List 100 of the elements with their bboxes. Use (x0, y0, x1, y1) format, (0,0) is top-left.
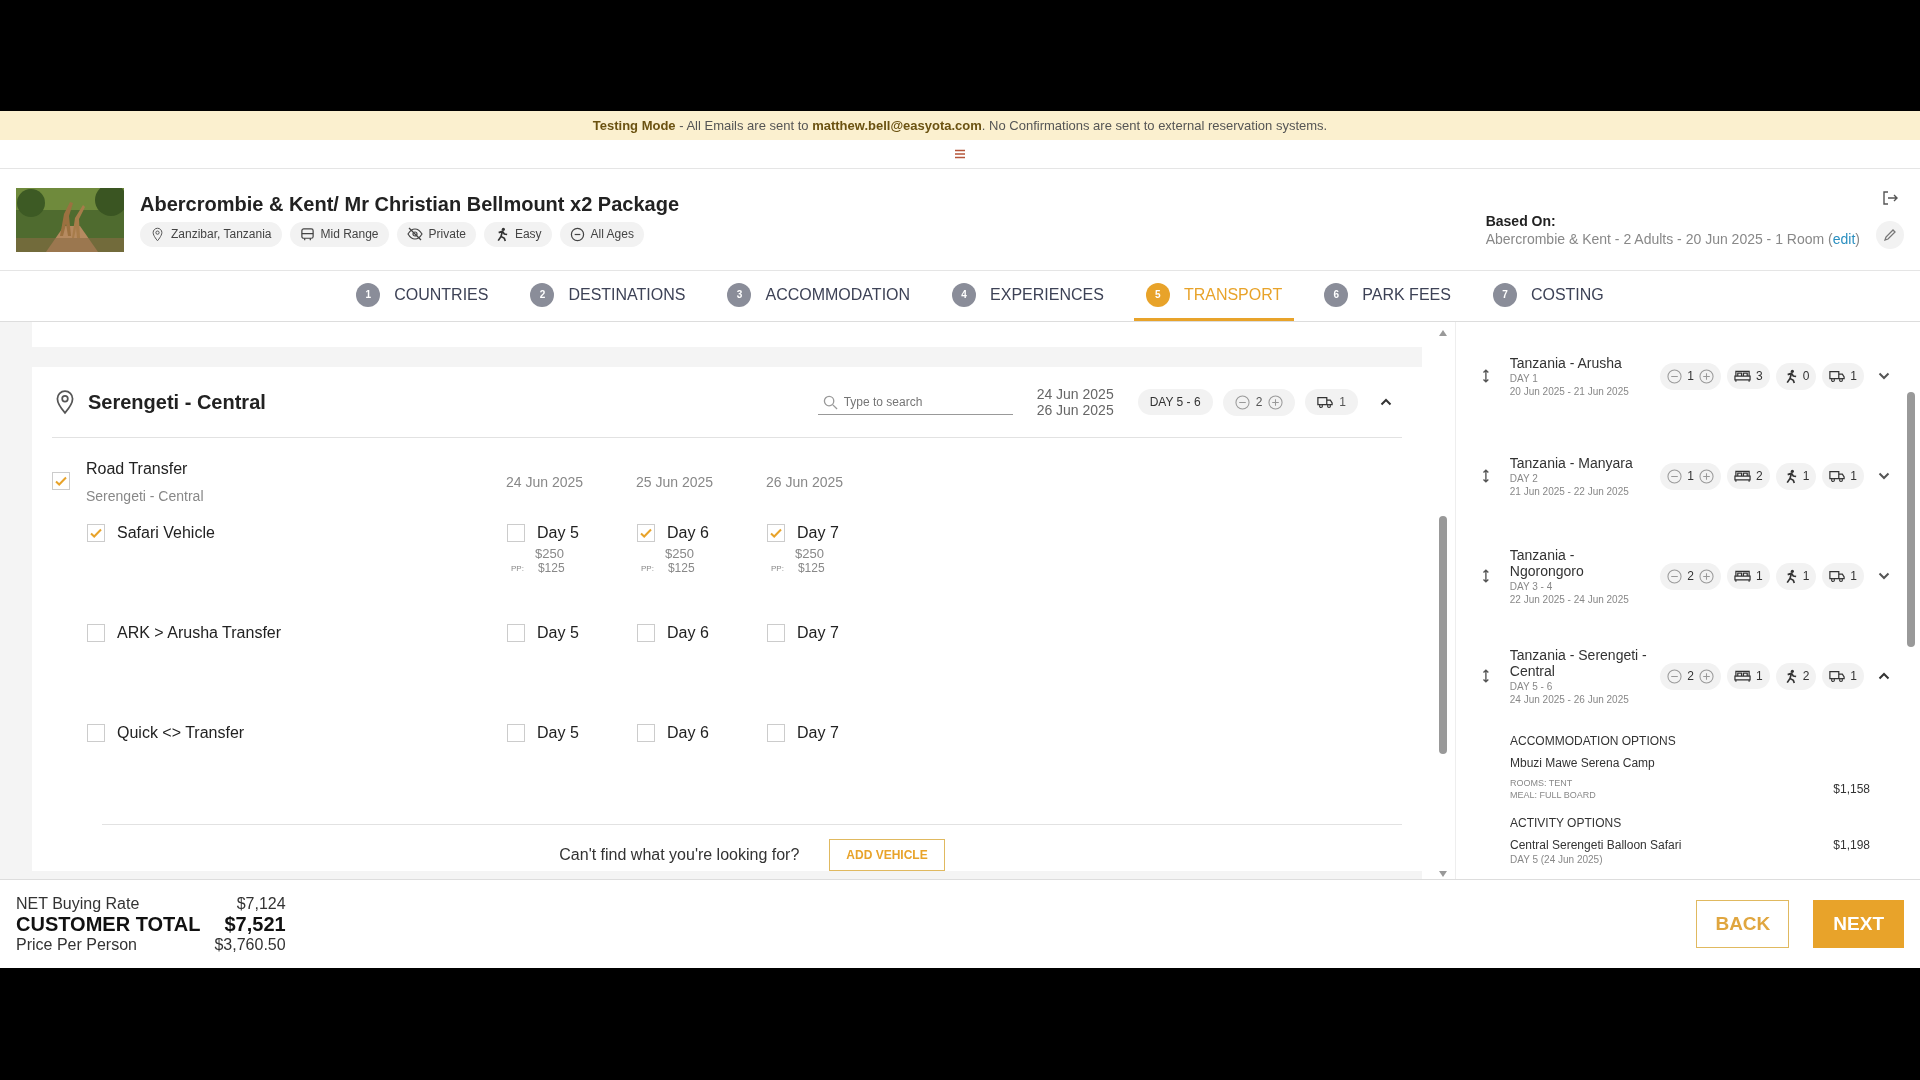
total-value: $7,124 (235, 894, 286, 913)
transfer-location: Serengeti - Central (86, 488, 205, 504)
section-heading: ACTIVITY OPTIONS (1510, 816, 1623, 830)
nights-count: 2 (1687, 569, 1694, 583)
vehicle-count: 1 (1339, 395, 1346, 409)
day-checkbox[interactable] (637, 624, 655, 642)
day-label: Day 5 (537, 524, 579, 542)
room-type: ROOMS: TENT (1510, 778, 1574, 788)
day-checkbox[interactable] (637, 724, 655, 742)
day-checkbox[interactable] (637, 524, 655, 542)
chevron-down-icon[interactable] (1878, 572, 1890, 580)
based-on-text: Abercrombie & Kent - 2 Adults - 20 Jun 2025 - 1 Room (edit) (1485, 230, 1860, 247)
day-checkbox[interactable] (507, 724, 525, 742)
truck-icon (1829, 669, 1846, 683)
plus-icon[interactable] (1698, 368, 1714, 384)
plus-icon[interactable] (1698, 468, 1714, 484)
day-price: $250 (664, 546, 695, 561)
search-field[interactable]: Type to search (817, 389, 1013, 415)
section-heading: ACCOMMODATION OPTIONS (1510, 734, 1677, 748)
date-column-heading: 26 Jun 2025 (766, 474, 845, 490)
day-checkbox[interactable] (507, 524, 525, 542)
day-checkbox[interactable] (767, 724, 785, 742)
step-tab[interactable]: 7 COSTING (1480, 271, 1616, 321)
vehicle-checkbox[interactable] (87, 624, 105, 642)
day-label: DAY 5 - 6 (1509, 681, 1554, 692)
bed-icon (1733, 469, 1751, 483)
destination-name: Tanzania - Serengeti - Central (1509, 647, 1648, 679)
destination-name: Serengeti - Central (88, 390, 267, 414)
pencil-icon (1883, 227, 1897, 242)
hotel-name: Mbuzi Mawe Serena Camp (1510, 756, 1656, 770)
day-price: $250 (534, 546, 565, 561)
minus-icon[interactable] (1667, 668, 1683, 684)
date-column-heading: 25 Jun 2025 (636, 474, 715, 490)
help-prompt: Can't find what you're looking for? (559, 846, 800, 864)
destination-name: Tanzania - Ngorongoro (1509, 547, 1585, 579)
truck-icon (1829, 469, 1846, 483)
destination-name: Tanzania - Manyara (1509, 455, 1634, 471)
vehicle-checkbox[interactable] (87, 524, 105, 542)
drag-handle-icon[interactable] (1482, 569, 1490, 583)
minus-icon[interactable] (1234, 394, 1250, 410)
tag-label: Private (428, 227, 466, 241)
step-tab[interactable]: 3 ACCOMMODATION (715, 271, 923, 321)
step-tab[interactable]: 2 DESTINATIONS (518, 271, 698, 321)
minus-icon[interactable] (1667, 568, 1683, 584)
activities-count: 1 (1802, 569, 1810, 583)
start-date: 24 Jun 2025 (1036, 386, 1114, 402)
truck-icon (1317, 395, 1334, 409)
step-tab[interactable]: 4 EXPERIENCES (940, 271, 1116, 321)
rooms-count: 2 (1755, 469, 1763, 483)
bed-icon (1733, 669, 1751, 683)
tag-label: Easy (514, 227, 542, 241)
per-person-label: PP: (641, 563, 654, 573)
edit-link[interactable]: edit (1832, 230, 1856, 247)
per-person-label: PP: (511, 563, 524, 573)
day-label: Day 6 (667, 624, 709, 642)
plus-icon[interactable] (1268, 394, 1284, 410)
menu-icon[interactable] (954, 149, 966, 159)
chevron-up-icon[interactable] (1380, 398, 1392, 406)
total-value: $7,521 (223, 912, 286, 936)
bed-icon (1733, 369, 1751, 383)
chevron-down-icon[interactable] (1878, 372, 1890, 380)
activities-count: 2 (1802, 669, 1810, 683)
day-checkbox[interactable] (507, 624, 525, 642)
total-label: CUSTOMER TOTAL (16, 912, 201, 936)
day-label: Day 5 (537, 724, 579, 742)
day-range-chip: DAY 5 - 6 (1137, 389, 1213, 415)
transfer-type: Road Transfer (86, 460, 189, 478)
activity-name: Central Serengeti Balloon Safari (1510, 838, 1682, 852)
vehicle-count: 1 (1850, 369, 1857, 383)
per-person-price: $125 (667, 561, 695, 575)
minus-icon[interactable] (1667, 368, 1683, 384)
plus-icon[interactable] (1698, 568, 1714, 584)
testing-mode-banner: Testing Mode - All Emails are sent to matthew.bell@easyota.com. No Confirmations are sent to external reservation systems. (0, 111, 1920, 140)
day-checkbox[interactable] (767, 624, 785, 642)
chevron-down-icon[interactable] (1878, 472, 1890, 480)
edit-button[interactable] (1876, 220, 1904, 249)
total-label: NET Buying Rate (16, 894, 141, 913)
drag-handle-icon[interactable] (1482, 369, 1490, 383)
truck-icon (1829, 369, 1846, 383)
rooms-count: 1 (1755, 669, 1763, 683)
bus-icon (299, 226, 315, 242)
drag-handle-icon[interactable] (1482, 469, 1490, 483)
vehicle-checkbox[interactable] (87, 724, 105, 742)
drag-handle-icon[interactable] (1482, 669, 1490, 683)
nights-count: 2 (1255, 395, 1263, 409)
step-tab[interactable]: 6 PARK FEES (1312, 271, 1463, 321)
day-checkbox[interactable] (767, 524, 785, 542)
day-price: $250 (794, 546, 825, 561)
truck-icon (1829, 569, 1846, 583)
chevron-up-icon[interactable] (1878, 672, 1890, 680)
pin-icon (150, 226, 165, 242)
day-label: DAY 3 - 4 (1509, 581, 1554, 592)
date-range: 24 Jun 2025 - 26 Jun 2025 (1509, 694, 1630, 705)
minus-icon[interactable] (1667, 468, 1683, 484)
rooms-count: 1 (1755, 569, 1763, 583)
transfer-checkbox[interactable] (52, 472, 70, 490)
step-tab[interactable]: 1 COUNTRIES (344, 271, 501, 321)
date-range: 20 Jun 2025 - 21 Jun 2025 (1509, 386, 1630, 397)
plus-icon[interactable] (1698, 668, 1714, 684)
logout-icon[interactable] (1882, 190, 1898, 205)
